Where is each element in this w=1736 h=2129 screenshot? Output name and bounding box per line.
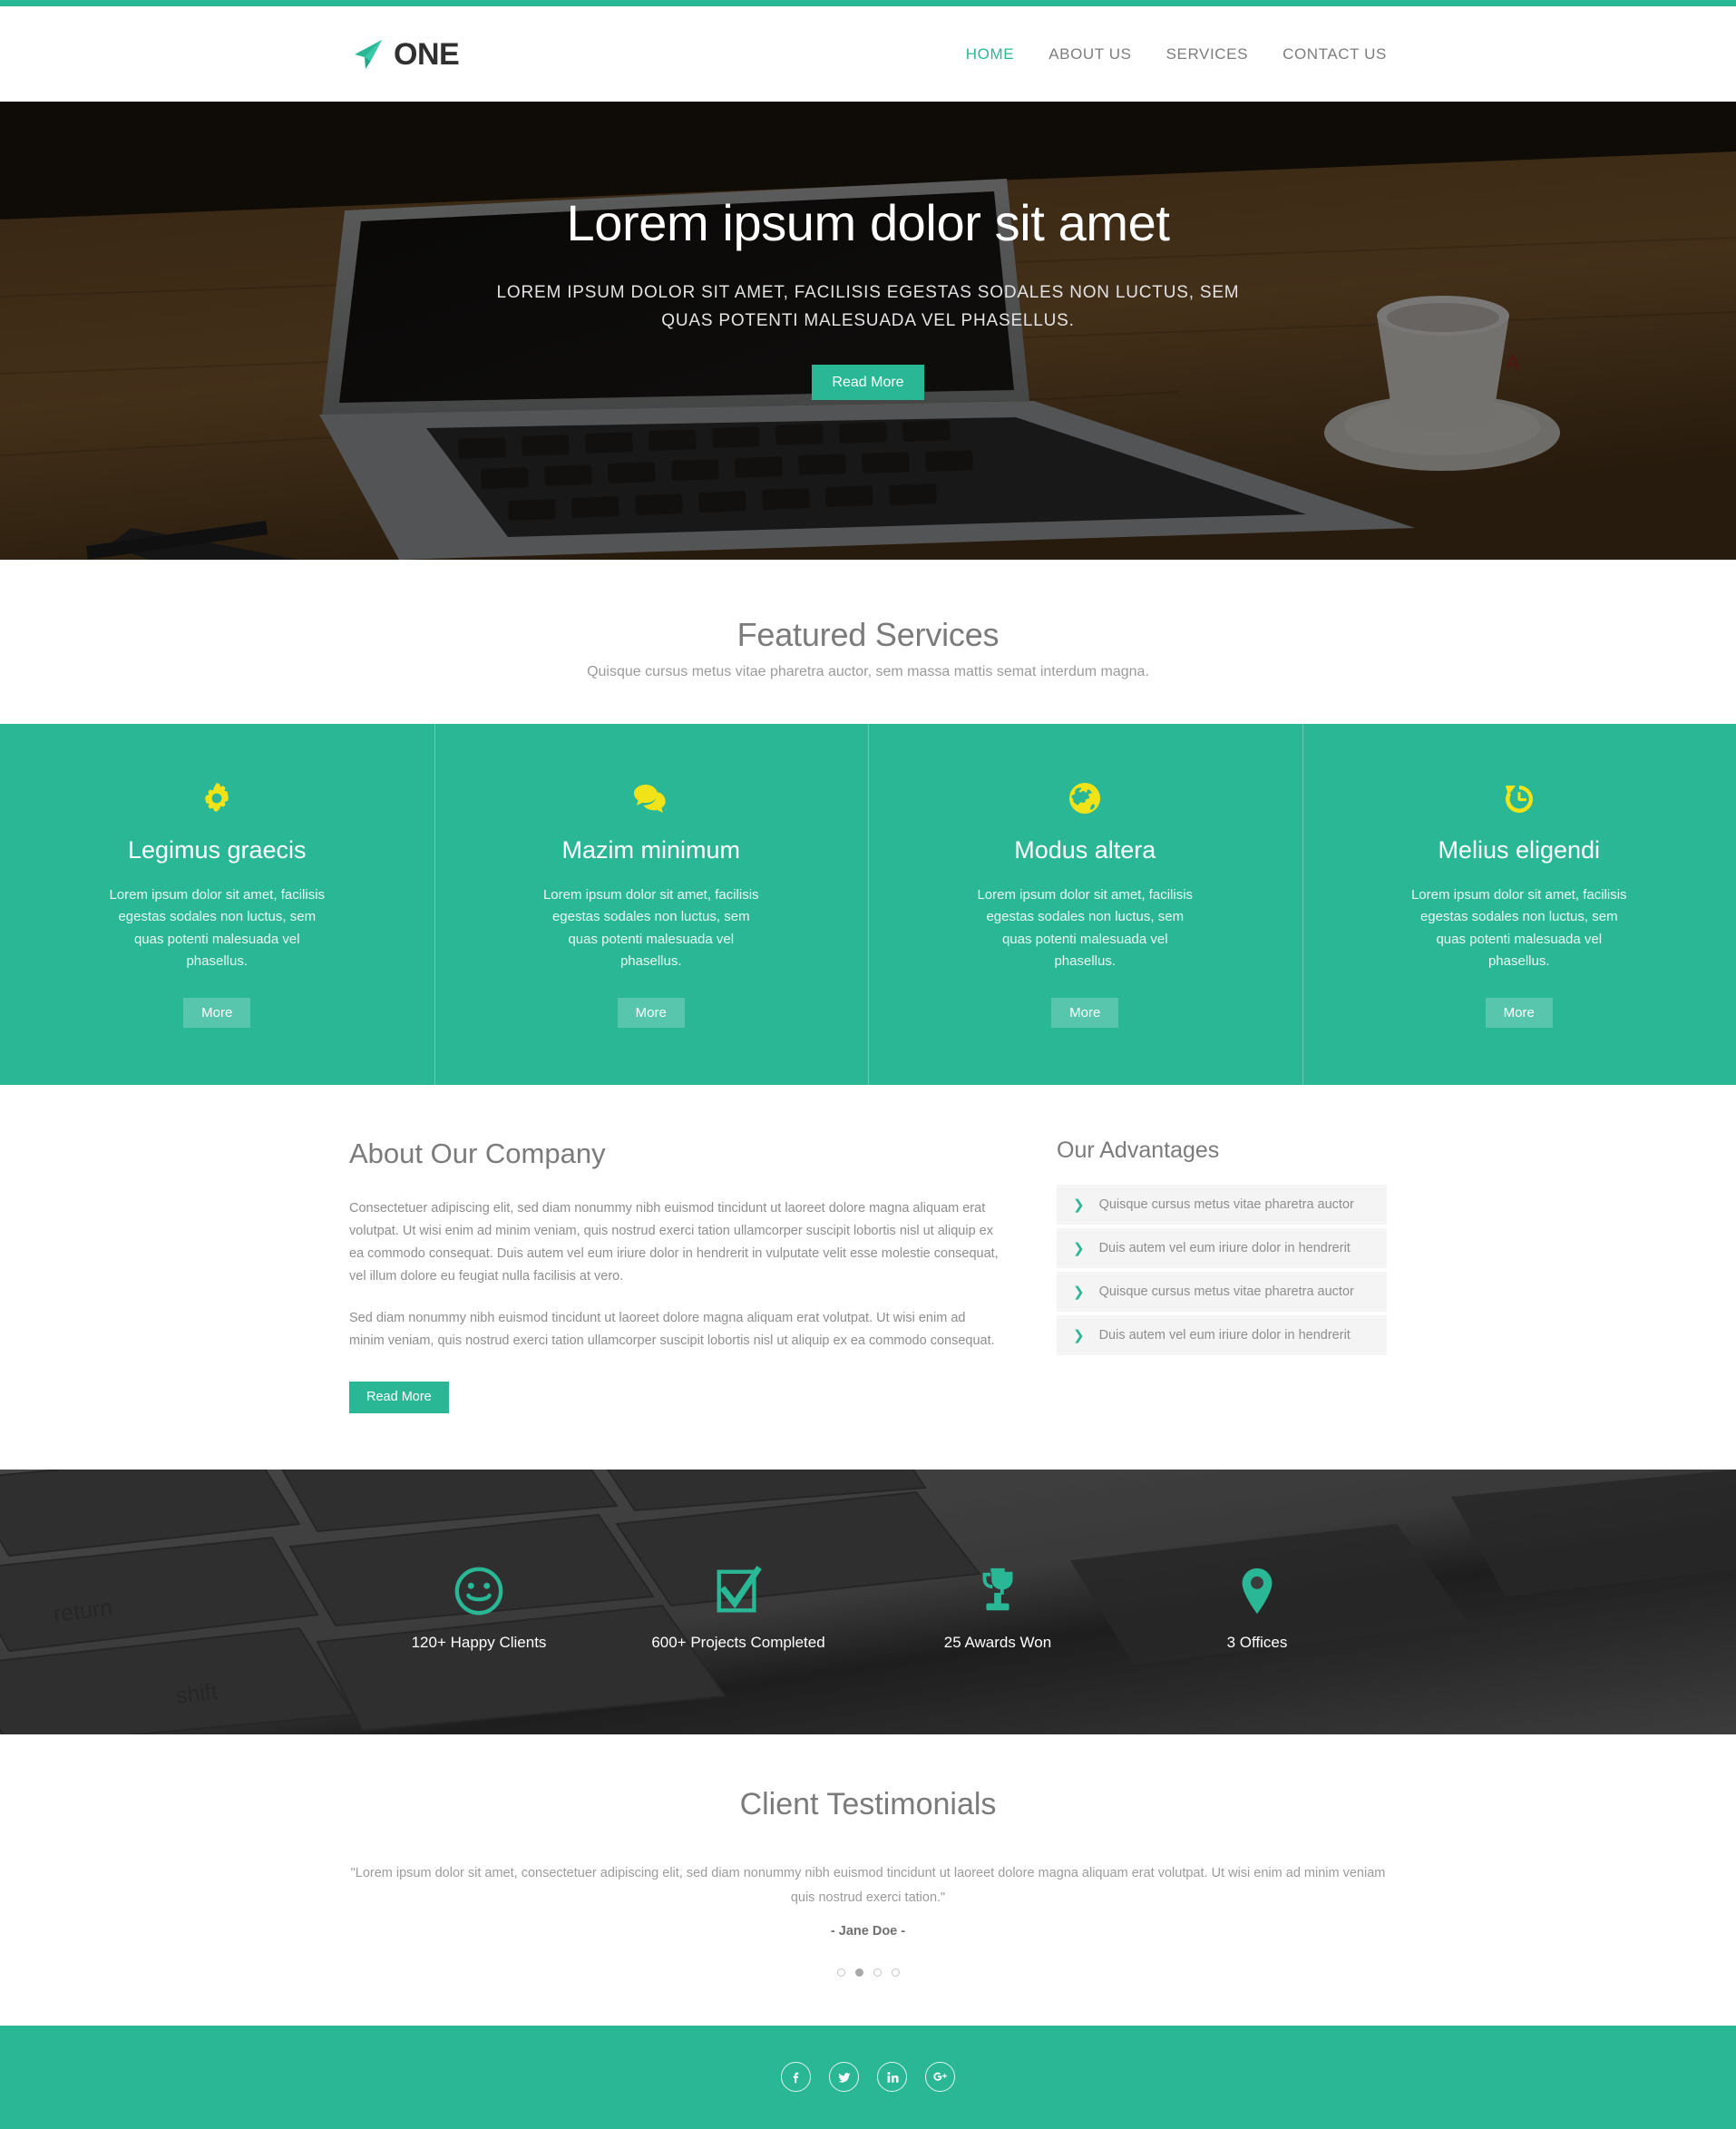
advantages-column: Our Advantages ❯ Quisque cursus metus vi… (1057, 1138, 1387, 1413)
about-title: About Our Company (349, 1138, 1000, 1170)
stats-section: return shift 120+ Happy Clients 600+ P (0, 1470, 1736, 1734)
globe-icon (1067, 780, 1103, 816)
map-pin-icon (1231, 1565, 1283, 1617)
testimonials-section: Client Testimonials "Lorem ipsum dolor s… (0, 1734, 1736, 2026)
chevron-right-icon: ❯ (1073, 1198, 1085, 1212)
service-card-modus-altera[interactable]: Modus altera Lorem ipsum dolor sit amet,… (868, 724, 1302, 1085)
featured-services-header: Featured Services Quisque cursus metus v… (0, 560, 1736, 724)
stat-projects-completed: 600+ Projects Completed (609, 1552, 868, 1652)
service-card-melius-eligendi[interactable]: Melius eligendi Lorem ipsum dolor sit am… (1302, 724, 1736, 1085)
about-section: About Our Company Consectetuer adipiscin… (0, 1085, 1736, 1470)
advantage-item-2[interactable]: ❯ Duis autem vel eum iriure dolor in hen… (1057, 1228, 1387, 1268)
services-grid: Legimus graecis Lorem ipsum dolor sit am… (0, 724, 1736, 1085)
service-text: Lorem ipsum dolor sit amet, facilisis eg… (1406, 884, 1633, 972)
testimonial-dot-1[interactable] (837, 1968, 845, 1977)
advantage-item-4[interactable]: ❯ Duis autem vel eum iriure dolor in hen… (1057, 1315, 1387, 1355)
about-paragraph-1: Consectetuer adipiscing elit, sed diam n… (349, 1197, 1000, 1288)
service-more-button[interactable]: More (1486, 998, 1553, 1028)
stat-offices: 3 Offices (1127, 1552, 1387, 1652)
service-title: Modus altera (1014, 836, 1156, 864)
stat-label: 120+ Happy Clients (412, 1634, 547, 1652)
facebook-icon[interactable] (781, 2062, 811, 2092)
advantage-label: Quisque cursus metus vitae pharetra auct… (1099, 1284, 1354, 1299)
featured-services-subtitle: Quisque cursus metus vitae pharetra auct… (0, 664, 1736, 680)
advantages-title: Our Advantages (1057, 1138, 1387, 1164)
testimonial-dot-2[interactable] (855, 1968, 863, 1977)
linkedin-glyph (884, 2069, 901, 2085)
testimonial-quote: "Lorem ipsum dolor sit amet, consectetue… (346, 1861, 1390, 1910)
linkedin-icon[interactable] (877, 2062, 907, 2092)
testimonial-dot-4[interactable] (892, 1968, 900, 1977)
landing-page: ONE HOME ABOUT US SERVICES CONTACT US (0, 0, 1736, 2088)
twitter-glyph (836, 2069, 853, 2085)
advantage-item-3[interactable]: ❯ Quisque cursus metus vitae pharetra au… (1057, 1272, 1387, 1312)
gear-icon (199, 780, 235, 816)
service-title: Mazim minimum (561, 836, 740, 864)
featured-services-title: Featured Services (0, 616, 1736, 654)
site-footer (0, 2026, 1736, 2129)
advantage-label: Quisque cursus metus vitae pharetra auct… (1099, 1197, 1354, 1212)
service-text: Lorem ipsum dolor sit amet, facilisis eg… (538, 884, 765, 972)
testimonial-author: - Jane Doe - (0, 1924, 1736, 1939)
nav-item-contact-us[interactable]: CONTACT US (1282, 45, 1387, 63)
hero-banner: A Lorem ipsum dolor sit amet LOREM IPSUM… (0, 102, 1736, 560)
service-title: Melius eligendi (1438, 836, 1600, 864)
chevron-right-icon: ❯ (1073, 1242, 1085, 1255)
service-card-legimus-graecis[interactable]: Legimus graecis Lorem ipsum dolor sit am… (0, 724, 434, 1085)
stat-happy-clients: 120+ Happy Clients (349, 1552, 609, 1652)
testimonials-title: Client Testimonials (0, 1787, 1736, 1822)
nav-item-about-us[interactable]: ABOUT US (1048, 45, 1131, 63)
brand-name: ONE (394, 39, 459, 70)
top-accent-bar (0, 0, 1736, 6)
service-more-button[interactable]: More (1051, 998, 1118, 1028)
facebook-glyph (788, 2069, 805, 2085)
service-card-mazim-minimum[interactable]: Mazim minimum Lorem ipsum dolor sit amet… (434, 724, 869, 1085)
testimonial-dot-3[interactable] (873, 1968, 882, 1977)
testimonial-pagination (0, 1968, 1736, 1977)
service-text: Lorem ipsum dolor sit amet, facilisis eg… (103, 884, 330, 972)
stat-label: 3 Offices (1227, 1634, 1288, 1652)
chat-bubbles-icon (631, 780, 671, 816)
service-more-button[interactable]: More (618, 998, 685, 1028)
main-navigation: HOME ABOUT US SERVICES CONTACT US (966, 45, 1387, 63)
trophy-icon (971, 1565, 1024, 1617)
google-plus-glyph (931, 2069, 949, 2085)
stat-label: 600+ Projects Completed (651, 1634, 824, 1652)
about-paragraph-2: Sed diam nonummy nibh euismod tincidunt … (349, 1307, 1000, 1353)
nav-item-services[interactable]: SERVICES (1166, 45, 1248, 63)
service-title: Legimus graecis (128, 836, 307, 864)
paper-plane-icon (349, 36, 385, 73)
history-rotate-icon (1501, 780, 1537, 816)
about-company-column: About Our Company Consectetuer adipiscin… (349, 1138, 1000, 1413)
stat-awards-won: 25 Awards Won (868, 1552, 1127, 1652)
site-header: ONE HOME ABOUT US SERVICES CONTACT US (0, 6, 1736, 102)
check-square-icon (712, 1565, 765, 1617)
service-text: Lorem ipsum dolor sit amet, facilisis eg… (971, 884, 1198, 972)
brand-logo[interactable]: ONE (349, 36, 459, 73)
chevron-right-icon: ❯ (1073, 1329, 1085, 1343)
twitter-icon[interactable] (829, 2062, 859, 2092)
service-more-button[interactable]: More (183, 998, 250, 1028)
advantage-label: Duis autem vel eum iriure dolor in hendr… (1099, 1328, 1351, 1343)
about-read-more-button[interactable]: Read More (349, 1382, 449, 1413)
stat-label: 25 Awards Won (944, 1634, 1051, 1652)
advantage-item-1[interactable]: ❯ Quisque cursus metus vitae pharetra au… (1057, 1185, 1387, 1225)
chevron-right-icon: ❯ (1073, 1285, 1085, 1299)
advantage-label: Duis autem vel eum iriure dolor in hendr… (1099, 1241, 1351, 1255)
hero-read-more-button[interactable]: Read More (812, 365, 923, 400)
nav-item-home[interactable]: HOME (966, 45, 1014, 63)
hero-subtitle: LOREM IPSUM DOLOR SIT AMET, FACILISIS EG… (478, 278, 1258, 336)
smiley-face-icon (453, 1565, 505, 1617)
hero-title: Lorem ipsum dolor sit amet (567, 195, 1170, 251)
google-plus-icon[interactable] (925, 2062, 955, 2092)
